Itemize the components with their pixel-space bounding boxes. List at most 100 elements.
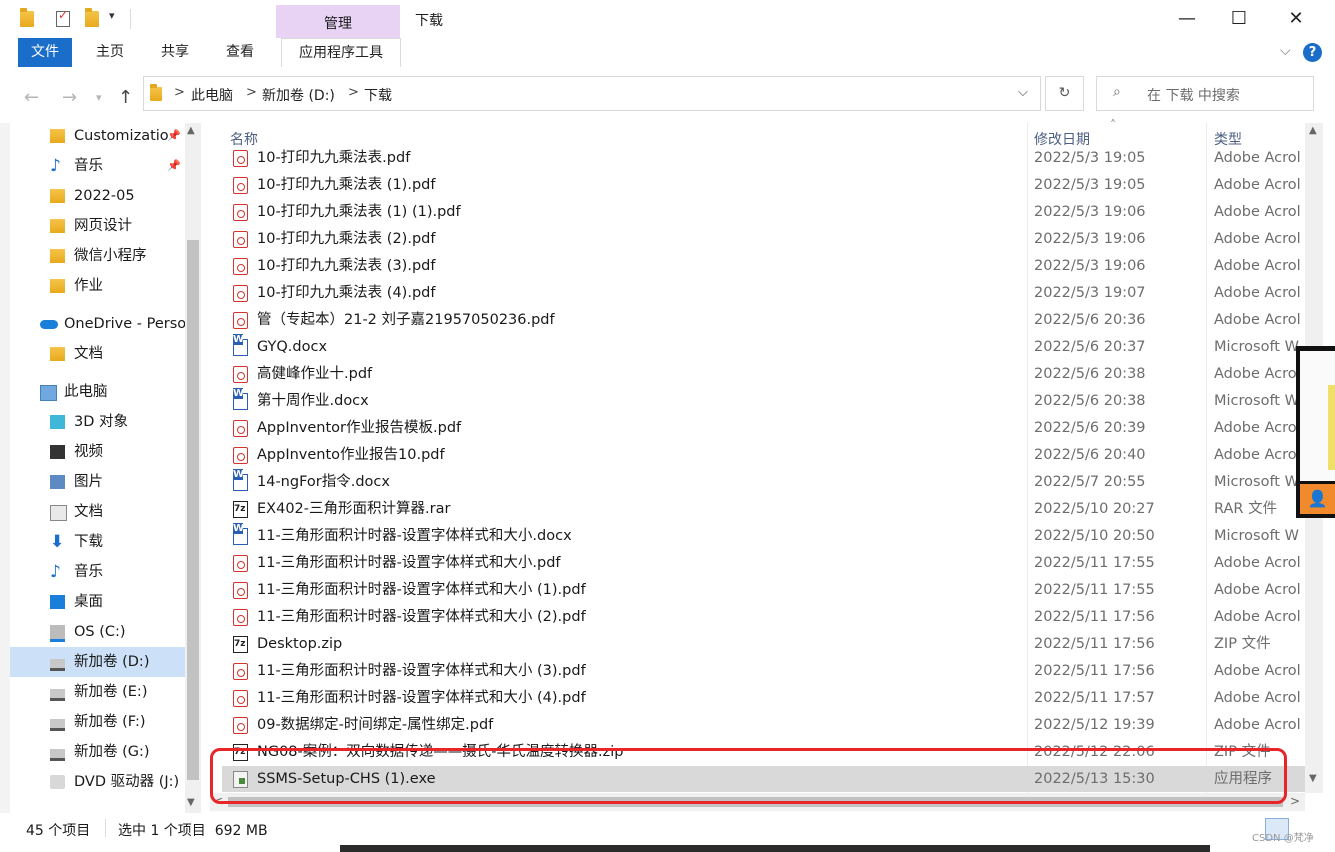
status-bar: 45 个项目 选中 1 个项目 692 MB CSDN @梵净	[0, 813, 1335, 845]
scroll-right-icon[interactable]: >	[1290, 794, 1300, 808]
file-row[interactable]: AppInventor作业报告模板.pdf 2022/5/6 20:39 Adobe…	[222, 415, 1305, 442]
file-row[interactable]: 11-三角形面积计时器-设置字体样式和大小 (3).pdf 2022/5/11 1…	[222, 658, 1305, 685]
sidebar-item-label: OneDrive - Perso	[64, 316, 185, 332]
sidebar-item[interactable]: 微信小程序	[10, 241, 185, 271]
user-avatar-icon[interactable]: 👤	[1300, 484, 1335, 514]
file-row[interactable]: 10-打印九九乘法表 (4).pdf 2022/5/3 19:07 Adobe Ac…	[222, 280, 1305, 307]
folder-icon	[50, 129, 65, 143]
sidebar-item[interactable]: 作业	[10, 271, 185, 301]
file-row[interactable]: 10-打印九九乘法表 (3).pdf 2022/5/3 19:06 Adobe Ac…	[222, 253, 1305, 280]
file-row[interactable]: 管（专起本）21-2 刘子嘉21957050236.pdf 2022/5/6 20…	[222, 307, 1305, 334]
file-row[interactable]: 11-三角形面积计时器-设置字体样式和大小.pdf 2022/5/11 17:55…	[222, 550, 1305, 577]
tab-share[interactable]: 共享	[161, 38, 189, 67]
file-date: 2022/5/3 19:06	[1034, 204, 1146, 220]
annotation-highlight-box	[210, 748, 1287, 804]
sidebar-item[interactable]: 此电脑	[10, 377, 185, 407]
sidebar-scroll-thumb[interactable]	[187, 240, 199, 780]
file-row[interactable]: 10-打印九九乘法表 (1) (1).pdf 2022/5/3 19:06 Adob…	[222, 199, 1305, 226]
sidebar-item-label: DVD 驱动器 (J:)	[74, 774, 180, 790]
properties-icon[interactable]: ✓	[56, 8, 70, 27]
sidebar-item[interactable]: 新加卷 (D:)	[10, 647, 185, 677]
file-name: 10-打印九九乘法表 (3).pdf	[257, 258, 436, 274]
file-row[interactable]: 14-ngFor指令.docx 2022/5/7 20:55 Microsoft W	[222, 469, 1305, 496]
help-icon[interactable]: ?	[1303, 43, 1322, 62]
scroll-down-icon[interactable]: ▼	[187, 797, 195, 808]
file-row[interactable]: 10-打印九九乘法表.pdf 2022/5/3 19:05 Adobe Acrol	[222, 145, 1305, 172]
breadcrumb-separator-icon[interactable]: >	[348, 85, 359, 100]
file-type: Adobe Acrol	[1214, 177, 1301, 193]
doc-file-icon	[233, 469, 248, 491]
sidebar-item[interactable]: 3D 对象	[10, 407, 185, 437]
sidebar-item[interactable]: 文档	[10, 497, 185, 527]
file-row[interactable]: 11-三角形面积计时器-设置字体样式和大小.docx 2022/5/10 20:5…	[222, 523, 1305, 550]
scroll-up-icon[interactable]: ▲	[187, 125, 195, 136]
file-type: Adobe Acrol	[1214, 231, 1301, 247]
file-row[interactable]: 10-打印九九乘法表 (1).pdf 2022/5/3 19:05 Adobe Ac…	[222, 172, 1305, 199]
file-row[interactable]: GYQ.docx 2022/5/6 20:37 Microsoft W	[222, 334, 1305, 361]
file-name: 10-打印九九乘法表 (1).pdf	[257, 177, 436, 193]
file-row[interactable]: 11-三角形面积计时器-设置字体样式和大小 (4).pdf 2022/5/11 1…	[222, 685, 1305, 712]
scroll-up-icon[interactable]: ▲	[1309, 125, 1317, 136]
sidebar-item[interactable]: 桌面	[10, 587, 185, 617]
sidebar-item[interactable]: OS (C:)	[10, 617, 185, 647]
refresh-icon[interactable]: ↻	[1045, 76, 1084, 111]
breadcrumb-drive-d[interactable]: 新加卷 (D:)	[262, 85, 335, 105]
forward-icon[interactable]: →	[62, 87, 77, 108]
pdf-file-icon	[233, 285, 248, 302]
sidebar-item-label: 视频	[74, 444, 103, 460]
sidebar-item[interactable]: ♪ 音乐 📌	[10, 151, 185, 181]
recent-locations-icon[interactable]: ▾	[96, 91, 102, 104]
sidebar-item[interactable]: DVD 驱动器 (J:)	[10, 767, 185, 797]
file-name: 11-三角形面积计时器-设置字体样式和大小 (1).pdf	[257, 582, 586, 598]
address-history-icon[interactable]: ⌵	[1018, 85, 1028, 100]
sidebar-item[interactable]: ⬇ 下载	[10, 527, 185, 557]
context-tab-manage[interactable]: 管理	[276, 5, 400, 38]
file-row[interactable]: 09-数据绑定-时间绑定-属性绑定.pdf 2022/5/12 19:39 Adob…	[222, 712, 1305, 739]
customize-quick-access-icon[interactable]: ▾	[109, 9, 115, 22]
sidebar-item[interactable]: 新加卷 (F:)	[10, 707, 185, 737]
file-row[interactable]: 11-三角形面积计时器-设置字体样式和大小 (1).pdf 2022/5/11 1…	[222, 577, 1305, 604]
new-folder-icon[interactable]	[85, 8, 99, 27]
file-row[interactable]: Desktop.zip 2022/5/11 17:56 ZIP 文件	[222, 631, 1305, 658]
sidebar-item[interactable]: 2022-05	[10, 181, 185, 211]
file-row[interactable]: 第十周作业.docx 2022/5/6 20:38 Microsoft W	[222, 388, 1305, 415]
minimize-button[interactable]: —	[1159, 0, 1215, 38]
sidebar-item[interactable]: 视频	[10, 437, 185, 467]
file-row[interactable]: 高健峰作业十.pdf 2022/5/6 20:38 Adobe Acro	[222, 361, 1305, 388]
file-type: Adobe Acrol	[1214, 717, 1301, 733]
tab-file[interactable]: 文件	[18, 38, 72, 67]
doc-file-icon	[233, 334, 248, 356]
tab-home[interactable]: 主页	[96, 38, 124, 67]
file-row[interactable]: AppInvento作业报告10.pdf 2022/5/6 20:40 Adobe …	[222, 442, 1305, 469]
file-row[interactable]: EX402-三角形面积计算器.rar 2022/5/10 20:27 RAR 文件	[222, 496, 1305, 523]
sidebar-item[interactable]: 文档	[10, 339, 185, 369]
file-row[interactable]: 10-打印九九乘法表 (2).pdf 2022/5/3 19:06 Adobe Ac…	[222, 226, 1305, 253]
sidebar-item[interactable]: 新加卷 (G:)	[10, 737, 185, 767]
maximize-button[interactable]: ☐	[1211, 0, 1267, 38]
breadcrumb-downloads[interactable]: 下载	[364, 85, 392, 105]
sidebar-item[interactable]: Customizatio 📌	[10, 123, 185, 151]
close-button[interactable]: ✕	[1268, 0, 1324, 38]
folder-icon	[50, 189, 65, 203]
address-bar[interactable]: > 此电脑 > 新加卷 (D:) > 下载 ⌵	[143, 76, 1041, 111]
ribbon-collapse-icon[interactable]: ⌵	[1280, 43, 1291, 59]
tab-app-tools[interactable]: 应用程序工具	[281, 38, 401, 67]
breadcrumb-separator-icon[interactable]: >	[246, 85, 257, 100]
file-row[interactable]: 11-三角形面积计时器-设置字体样式和大小 (2).pdf 2022/5/11 1…	[222, 604, 1305, 631]
sidebar-item[interactable]: 网页设计	[10, 211, 185, 241]
file-type: Adobe Acro	[1214, 420, 1297, 436]
up-icon[interactable]: ↑	[118, 87, 133, 108]
sidebar-item-label: 图片	[74, 474, 103, 490]
sidebar-item[interactable]: OneDrive - Perso	[10, 309, 185, 339]
sidebar-item[interactable]: 图片	[10, 467, 185, 497]
breadcrumb-this-pc[interactable]: 此电脑	[191, 85, 233, 105]
back-icon[interactable]: ←	[24, 87, 39, 108]
sidebar-item[interactable]: ♪ 音乐	[10, 557, 185, 587]
sidebar-item[interactable]: 新加卷 (E:)	[10, 677, 185, 707]
file-type: Adobe Acro	[1214, 366, 1297, 382]
scroll-down-icon[interactable]: ▼	[1309, 773, 1317, 784]
breadcrumb-separator-icon[interactable]: >	[174, 85, 185, 100]
search-input[interactable]: ⌕ 在 下载 中搜索	[1096, 76, 1314, 111]
sort-ascending-icon: ˄	[1110, 118, 1116, 132]
tab-view[interactable]: 查看	[226, 38, 254, 67]
